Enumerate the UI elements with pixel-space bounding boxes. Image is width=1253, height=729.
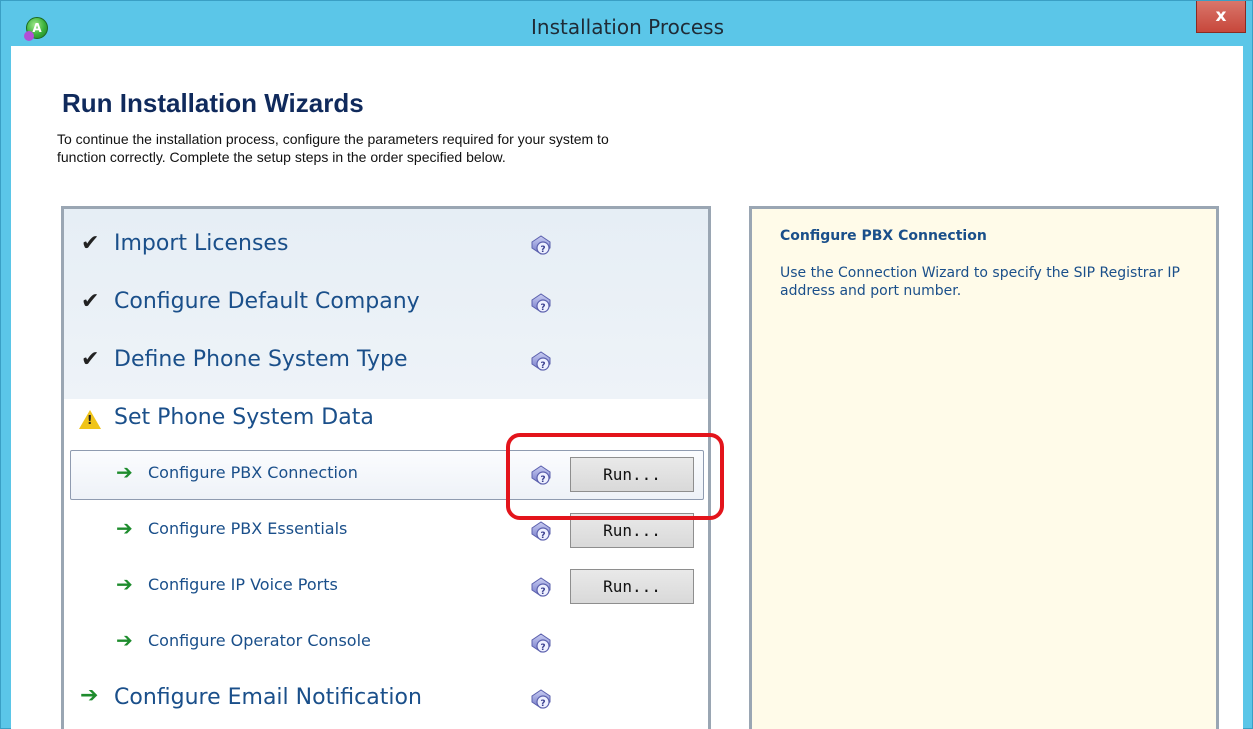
arrow-right-icon: ➔ [116,516,133,540]
info-panel: Configure PBX Connection Use the Connect… [749,206,1219,729]
step-label: Set Phone System Data [114,405,374,430]
step-label: Configure PBX Essentials [148,519,348,538]
info-title: Configure PBX Connection [780,228,987,244]
close-button[interactable]: x [1196,1,1246,33]
step-label: Configure PBX Connection [148,463,358,482]
help-icon[interactable] [529,291,553,315]
warning-mark: ! [87,413,93,427]
step-configure-email-notification[interactable]: ➔ Configure Email Notification [64,673,708,725]
checkmark-icon: ✔ [81,347,100,372]
info-text: Use the Connection Wizard to specify the… [780,265,1180,299]
step-label: Configure Email Notification [114,685,422,710]
annotation-highlight-box [506,433,724,520]
description-line-1: To continue the installation process, co… [57,131,609,147]
step-label: Define Phone System Type [114,347,408,372]
help-icon[interactable] [529,233,553,257]
step-label: Import Licenses [114,231,289,256]
step-configure-default-company[interactable]: ✔ Configure Default Company [64,277,708,329]
step-label: Configure Operator Console [148,631,371,650]
help-icon[interactable] [529,519,553,543]
page-description: To continue the installation process, co… [57,130,777,166]
arrow-right-icon: ➔ [116,628,133,652]
step-define-phone-system-type[interactable]: ✔ Define Phone System Type [64,335,708,387]
step-label: Configure Default Company [114,289,420,314]
run-button[interactable]: Run... [570,569,694,604]
description-line-2: function correctly. Complete the setup s… [57,149,506,165]
window-title: Installation Process [531,15,724,39]
arrow-right-icon: ➔ [116,460,133,484]
step-configure-ip-voice-ports[interactable]: ➔ Configure IP Voice Ports Run... [64,561,708,613]
installation-window: A Installation Process x Run Installatio… [0,0,1253,729]
checkmark-icon: ✔ [81,289,100,314]
help-icon[interactable] [529,349,553,373]
page-title: Run Installation Wizards [62,88,364,118]
arrow-right-icon: ➔ [116,572,133,596]
checkmark-icon: ✔ [81,231,100,256]
arrow-right-icon: ➔ [80,683,99,708]
help-icon[interactable] [529,687,553,711]
content-area: Run Installation Wizards To continue the… [11,46,1243,729]
step-label: Configure IP Voice Ports [148,575,338,594]
step-configure-operator-console[interactable]: ➔ Configure Operator Console [64,617,708,669]
step-import-licenses[interactable]: ✔ Import Licenses [64,219,708,271]
help-icon[interactable] [529,631,553,655]
help-icon[interactable] [529,575,553,599]
